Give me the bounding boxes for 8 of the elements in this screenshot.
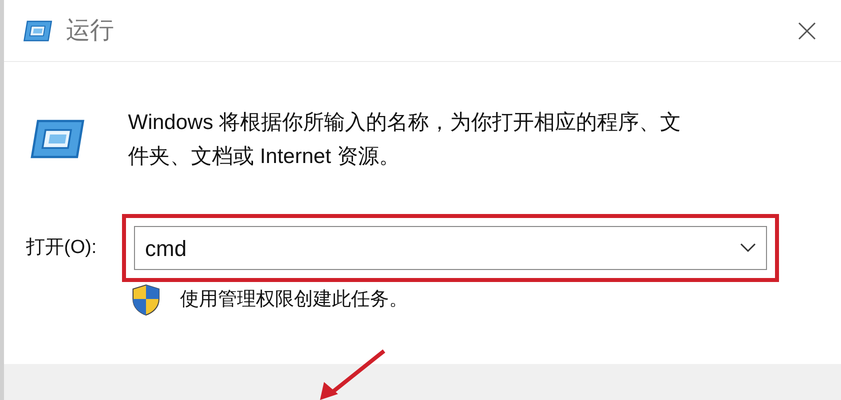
close-icon[interactable]: [797, 20, 817, 40]
admin-note: 使用管理权限创建此任务。: [180, 288, 408, 312]
window-title: 运行: [66, 16, 114, 46]
dropdown-chevron-icon[interactable]: [740, 243, 756, 253]
description-text: Windows 将根据你所输入的名称，为你打开相应的程序、文件夹、文档或 Internet 资源。: [128, 110, 682, 170]
command-field[interactable]: cmd: [134, 226, 767, 270]
open-label: 打开(O):: [26, 236, 98, 260]
shield-icon: [132, 284, 160, 316]
